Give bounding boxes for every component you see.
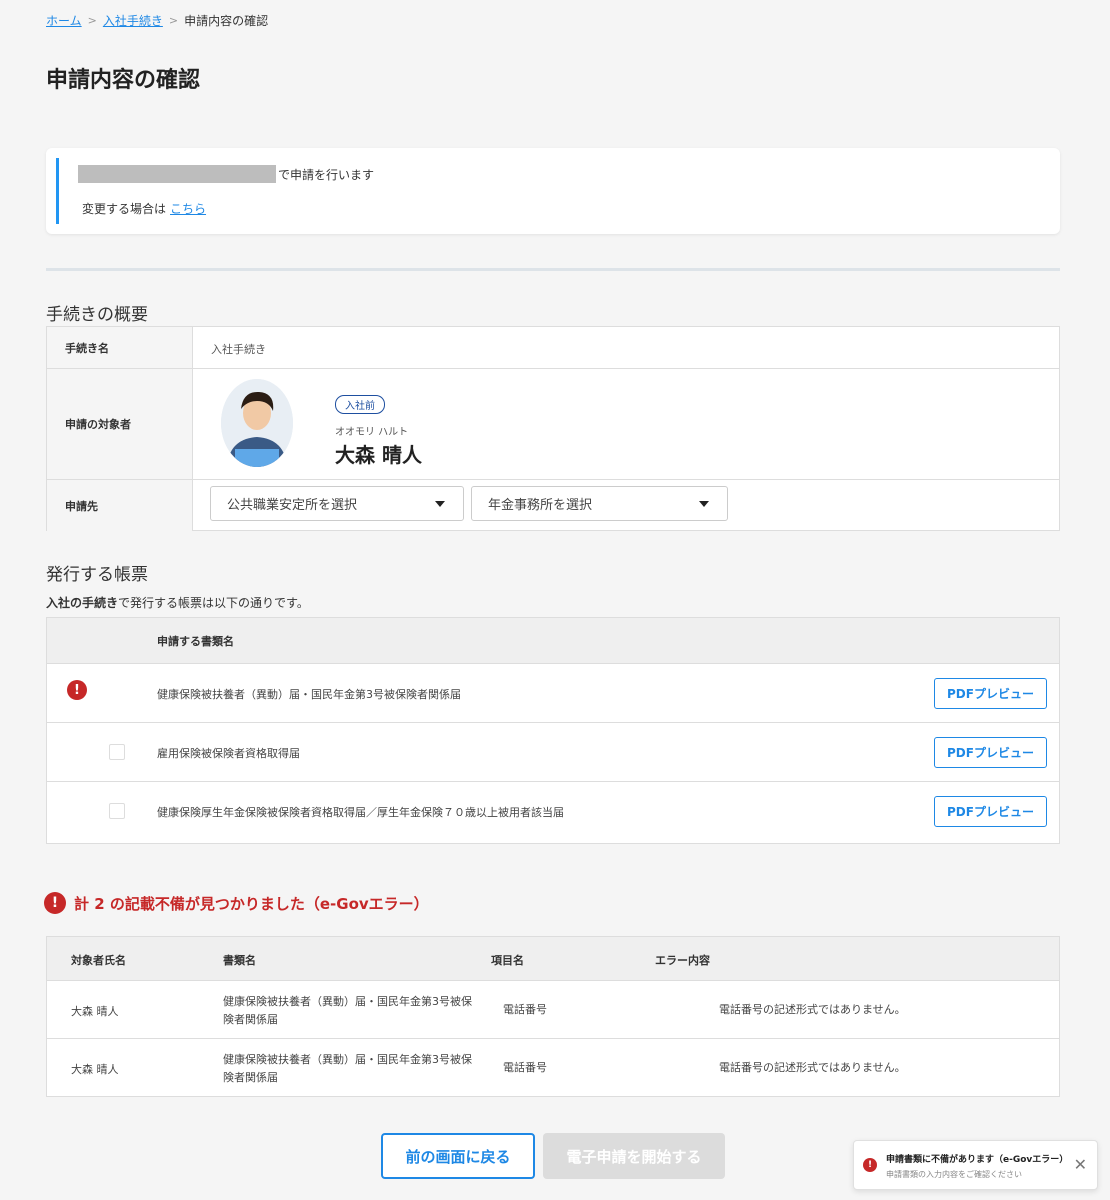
error-item: 電話番号 — [503, 1003, 547, 1016]
page-title: 申請内容の確認 — [46, 68, 201, 93]
target-label: 申請の対象者 — [47, 369, 193, 479]
target-kana: オオモリ ハルト — [335, 427, 409, 438]
forms-column-header: 申請する書類名 — [157, 635, 234, 648]
forms-description: 入社の手続きで発行する帳票は以下の通りです。 — [46, 594, 309, 611]
procedure-value: 入社手続き — [211, 343, 266, 356]
pdf-preview-button[interactable]: PDFプレビュー — [934, 678, 1047, 709]
overview-table: 手続き名 入社手続き 申請の対象者 入社前 オオモリ ハルト 大森 晴人 申請先… — [46, 326, 1060, 531]
col-item: 項目名 — [491, 954, 524, 967]
error-summary: ! 計 2 の記載不備が見つかりました（e-Govエラー） — [44, 892, 429, 914]
form-checkbox[interactable] — [109, 803, 125, 819]
table-row: 大森 晴人 健康保険被扶養者（異動）届・国民年金第3号被保険者関係届 電話番号 … — [47, 981, 1059, 1039]
notice-change-label: 変更する場合は — [82, 202, 167, 216]
overview-row-procedure: 手続き名 入社手続き — [47, 327, 1059, 369]
toast-title: 申請書類に不備があります（e-Govエラー） — [886, 1155, 1069, 1165]
forms-description-rest: で発行する帳票は以下の通りです。 — [118, 596, 309, 610]
status-badge: 入社前 — [335, 395, 385, 414]
error-item: 電話番号 — [503, 1061, 547, 1074]
overview-title: 手続きの概要 — [46, 305, 148, 325]
error-icon: ! — [44, 892, 66, 914]
error-icon: ! — [863, 1158, 877, 1172]
back-button[interactable]: 前の画面に戻る — [381, 1133, 535, 1179]
target-name: 大森 晴人 — [335, 443, 422, 467]
notice-text: で申請を行います — [278, 168, 375, 182]
breadcrumb-home-link[interactable]: ホーム — [46, 12, 82, 29]
col-person: 対象者氏名 — [71, 954, 126, 967]
toast-message: 申請書類の入力内容をご確認ください — [886, 1170, 1022, 1179]
procedure-label: 手続き名 — [47, 327, 193, 368]
pension-office-select-value: 年金事務所を選択 — [488, 498, 593, 513]
breadcrumb-current: 申請内容の確認 — [184, 14, 269, 28]
start-submission-button[interactable]: 電子申請を開始する — [543, 1133, 725, 1179]
table-row: ! 健康保険被扶養者（異動）届・国民年金第3号被保険者関係届 PDFプレビュー — [47, 664, 1059, 723]
section-divider — [46, 268, 1060, 271]
pdf-preview-button[interactable]: PDFプレビュー — [934, 737, 1047, 768]
form-name: 健康保険被扶養者（異動）届・国民年金第3号被保険者関係届 — [157, 688, 461, 701]
forms-title: 発行する帳票 — [46, 565, 148, 585]
error-doc: 健康保険被扶養者（異動）届・国民年金第3号被保険者関係届 — [223, 995, 472, 1026]
form-checkbox[interactable] — [109, 744, 125, 760]
error-table-header: 対象者氏名 書類名 項目名 エラー内容 — [47, 937, 1059, 981]
error-doc: 健康保険被扶養者（異動）届・国民年金第3号被保険者関係届 — [223, 1053, 472, 1084]
table-row: 大森 晴人 健康保険被扶養者（異動）届・国民年金第3号被保険者関係届 電話番号 … — [47, 1039, 1059, 1097]
error-person: 大森 晴人 — [71, 1005, 119, 1018]
caret-down-icon — [699, 501, 709, 507]
error-summary-text: 計 2 の記載不備が見つかりました（e-Govエラー） — [74, 894, 429, 913]
chevron-right-icon: > — [87, 14, 97, 27]
close-icon[interactable]: ✕ — [1074, 1155, 1087, 1174]
col-content: エラー内容 — [655, 954, 710, 967]
avatar — [221, 379, 293, 467]
forms-description-bold: 入社の手続き — [46, 596, 119, 610]
employment-office-select[interactable]: 公共職業安定所を選択 — [210, 486, 464, 521]
breadcrumb-procedure-link[interactable]: 入社手続き — [103, 12, 163, 29]
redacted-applicant — [78, 165, 276, 183]
breadcrumb: ホーム > 入社手続き > 申請内容の確認 — [46, 12, 268, 29]
error-table: 対象者氏名 書類名 項目名 エラー内容 大森 晴人 健康保険被扶養者（異動）届・… — [46, 936, 1060, 1097]
error-content: 電話番号の記述形式ではありません。 — [719, 1003, 906, 1016]
form-name: 雇用保険被保険者資格取得届 — [157, 747, 300, 760]
pdf-preview-button[interactable]: PDFプレビュー — [934, 796, 1047, 827]
table-row: 健康保険厚生年金保険被保険者資格取得届／厚生年金保険７０歳以上被用者該当届 PD… — [47, 782, 1059, 841]
destination-label: 申請先 — [47, 480, 193, 531]
error-content: 電話番号の記述形式ではありません。 — [719, 1061, 906, 1074]
error-icon: ! — [67, 680, 87, 700]
caret-down-icon — [435, 501, 445, 507]
notice-change-text: 変更する場合は こちら — [82, 200, 206, 217]
pension-office-select[interactable]: 年金事務所を選択 — [471, 486, 728, 521]
applicant-notice-card: で申請を行います 変更する場合は こちら — [46, 148, 1060, 234]
error-toast: ! 申請書類に不備があります（e-Govエラー） 申請書類の入力内容をご確認くだ… — [853, 1140, 1098, 1190]
chevron-right-icon: > — [168, 14, 179, 27]
form-name: 健康保険厚生年金保険被保険者資格取得届／厚生年金保険７０歳以上被用者該当届 — [157, 806, 564, 819]
employment-office-select-value: 公共職業安定所を選択 — [227, 498, 358, 513]
change-link[interactable]: こちら — [170, 202, 206, 216]
forms-table-header: 申請する書類名 — [47, 618, 1059, 664]
error-person: 大森 晴人 — [71, 1063, 119, 1076]
table-row: 雇用保険被保険者資格取得届 PDFプレビュー — [47, 723, 1059, 782]
forms-table: 申請する書類名 ! 健康保険被扶養者（異動）届・国民年金第3号被保険者関係届 P… — [46, 617, 1060, 844]
overview-row-target: 申請の対象者 入社前 オオモリ ハルト 大森 晴人 — [47, 369, 1059, 480]
col-doc: 書類名 — [223, 954, 256, 967]
overview-row-destination: 申請先 公共職業安定所を選択 年金事務所を選択 — [47, 480, 1059, 531]
notice-accent-bar — [56, 158, 59, 224]
